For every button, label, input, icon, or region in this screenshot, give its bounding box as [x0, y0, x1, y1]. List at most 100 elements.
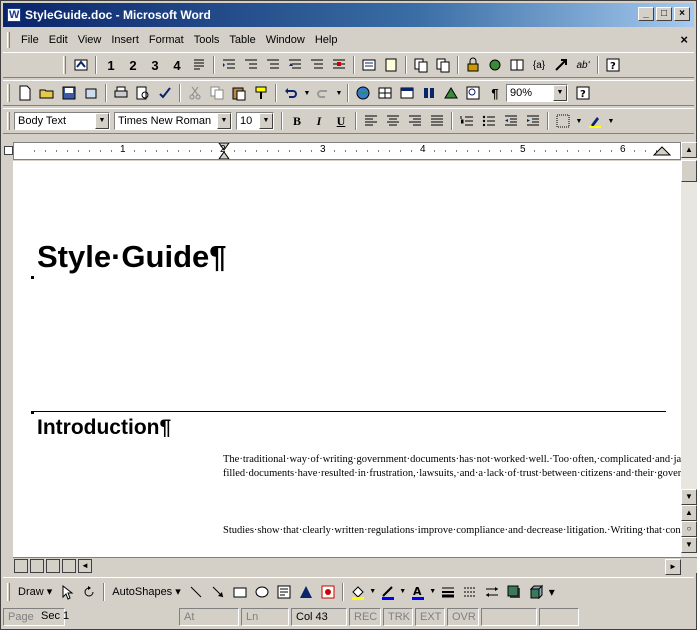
- menubar-grip[interactable]: [7, 32, 10, 48]
- cut-icon[interactable]: [184, 82, 206, 104]
- line-icon[interactable]: [185, 581, 207, 603]
- bullets-icon[interactable]: [478, 110, 500, 132]
- zoom-select[interactable]: 90% ▼: [506, 84, 568, 102]
- borders-icon[interactable]: [552, 110, 574, 132]
- status-trk[interactable]: TRK: [383, 608, 413, 626]
- undo-icon[interactable]: [280, 82, 302, 104]
- horizontal-ruler[interactable]: [13, 142, 681, 160]
- document-map-icon[interactable]: [70, 54, 92, 76]
- fill-color-dropdown-icon[interactable]: ▼: [369, 581, 377, 603]
- menu-table[interactable]: Table: [224, 34, 260, 46]
- normal-view-icon[interactable]: [14, 559, 28, 573]
- scroll-up-icon[interactable]: ▲: [681, 142, 697, 158]
- document-canvas[interactable]: Style·Guide¶ Introduction¶ The·tradition…: [13, 161, 681, 557]
- demote-icon[interactable]: [240, 54, 262, 76]
- hyperlink-icon[interactable]: [352, 82, 374, 104]
- print-icon[interactable]: [110, 82, 132, 104]
- show-level-4-button[interactable]: 4: [166, 54, 188, 76]
- text-box-icon[interactable]: [273, 581, 295, 603]
- menu-window[interactable]: Window: [261, 34, 310, 46]
- menu-insert[interactable]: Insert: [106, 34, 144, 46]
- font-color-icon[interactable]: A: [407, 581, 429, 603]
- save-icon[interactable]: [58, 82, 80, 104]
- create-subdocument-icon[interactable]: [410, 54, 432, 76]
- toolbar-grip[interactable]: [63, 56, 66, 74]
- toolbar-grip[interactable]: [7, 112, 10, 130]
- columns-icon[interactable]: [418, 82, 440, 104]
- menu-file[interactable]: File: [16, 34, 44, 46]
- vertical-scrollbar[interactable]: ▲ ▼ ▲ ○ ▼: [681, 142, 697, 557]
- word-art-icon[interactable]: ab': [572, 54, 594, 76]
- show-level-2-button[interactable]: 2: [122, 54, 144, 76]
- move-down-icon[interactable]: [306, 54, 328, 76]
- print-preview-icon[interactable]: [132, 82, 154, 104]
- oval-icon[interactable]: [251, 581, 273, 603]
- draw-menu-button[interactable]: Draw ▾: [14, 585, 56, 598]
- shadow-icon[interactable]: [503, 581, 525, 603]
- 3d-icon[interactable]: [525, 581, 547, 603]
- scroll-down-icon[interactable]: ▼: [681, 489, 697, 505]
- line-style-icon[interactable]: [437, 581, 459, 603]
- fill-color-icon[interactable]: [347, 581, 369, 603]
- spelling-icon[interactable]: [154, 82, 176, 104]
- redo-dropdown-icon[interactable]: ▼: [334, 82, 344, 104]
- undo-dropdown-icon[interactable]: ▼: [302, 82, 312, 104]
- tab-selector-icon[interactable]: [4, 146, 13, 155]
- copy-icon[interactable]: [206, 82, 228, 104]
- move-up-icon[interactable]: [284, 54, 306, 76]
- insert-subdocument-icon[interactable]: [432, 54, 454, 76]
- status-ovr[interactable]: OVR: [447, 608, 479, 626]
- status-rec[interactable]: REC: [349, 608, 381, 626]
- justify-icon[interactable]: [426, 110, 448, 132]
- print-layout-view-icon[interactable]: [46, 559, 60, 573]
- align-right-icon[interactable]: [404, 110, 426, 132]
- help-icon[interactable]: ?: [602, 54, 624, 76]
- style-select[interactable]: Body Text ▼: [14, 112, 110, 130]
- borders-dropdown-icon[interactable]: ▼: [574, 110, 584, 132]
- align-center-icon[interactable]: [382, 110, 404, 132]
- show-level-1-button[interactable]: 1: [100, 54, 122, 76]
- arrow-line-icon[interactable]: [207, 581, 229, 603]
- insert-clip-art-icon[interactable]: [317, 581, 339, 603]
- help-icon-2[interactable]: ?: [572, 82, 594, 104]
- dash-style-icon[interactable]: [459, 581, 481, 603]
- toolbar-grip[interactable]: [7, 84, 10, 102]
- redo-icon[interactable]: [312, 82, 334, 104]
- align-left-icon[interactable]: [360, 110, 382, 132]
- outline-list-icon[interactable]: [262, 54, 284, 76]
- title-bar[interactable]: StyleGuide.doc - Microsoft Word _ □ ×: [3, 3, 694, 27]
- next-page-icon[interactable]: ▼: [681, 537, 697, 553]
- menu-help[interactable]: Help: [310, 34, 343, 46]
- scroll-left-icon[interactable]: ◄: [78, 559, 92, 573]
- drawing-toolbar-more-icon[interactable]: ▾: [547, 581, 557, 603]
- document-map-icon-2[interactable]: [462, 82, 484, 104]
- paste-icon[interactable]: [228, 82, 250, 104]
- status-spelling[interactable]: [539, 608, 579, 626]
- menu-format[interactable]: Format: [144, 34, 189, 46]
- merge-icon[interactable]: [484, 54, 506, 76]
- scroll-right-icon[interactable]: ►: [665, 559, 681, 575]
- previous-page-icon[interactable]: ▲: [681, 505, 697, 521]
- show-level-3-button[interactable]: 3: [144, 54, 166, 76]
- increase-indent-icon[interactable]: [522, 110, 544, 132]
- font-size-dropdown-icon[interactable]: ▼: [259, 113, 273, 129]
- menu-tools[interactable]: Tools: [189, 34, 225, 46]
- menu-view[interactable]: View: [73, 34, 107, 46]
- arrow-style-icon[interactable]: [481, 581, 503, 603]
- status-ext[interactable]: EXT: [415, 608, 445, 626]
- font-size-select[interactable]: 10 ▼: [236, 112, 274, 130]
- zoom-dropdown-icon[interactable]: ▼: [553, 85, 567, 101]
- numbering-icon[interactable]: [456, 110, 478, 132]
- line-color-dropdown-icon[interactable]: ▼: [399, 581, 407, 603]
- master-document-icon[interactable]: [358, 54, 380, 76]
- drawing-icon[interactable]: [440, 82, 462, 104]
- font-dropdown-icon[interactable]: ▼: [217, 113, 231, 129]
- document-close-icon[interactable]: ×: [680, 32, 688, 47]
- highlight-dropdown-icon[interactable]: ▼: [606, 110, 616, 132]
- collapse-icon[interactable]: [328, 54, 350, 76]
- bold-icon[interactable]: B: [286, 110, 308, 132]
- highlight-icon[interactable]: [584, 110, 606, 132]
- promote-icon[interactable]: [218, 54, 240, 76]
- scroll-thumb[interactable]: [681, 160, 697, 182]
- rectangle-icon[interactable]: [229, 581, 251, 603]
